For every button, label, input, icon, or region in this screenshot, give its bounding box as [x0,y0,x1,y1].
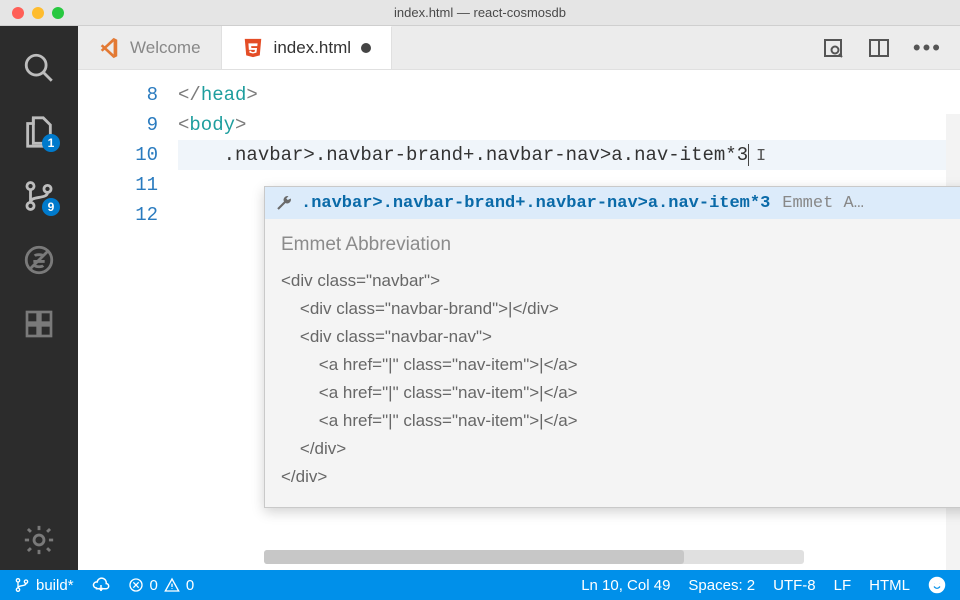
error-icon [128,577,144,593]
t: body [189,114,235,136]
editor-group: Welcome index.html ••• 8 9 10 11 12 [78,26,960,570]
line-number: 9 [78,110,158,140]
line-number: 12 [78,200,158,230]
extensions-activity[interactable] [0,294,78,354]
suggest-doc-title: Emmet Abbreviation [281,231,960,259]
code-line: <body> [178,110,960,140]
suggest-item[interactable]: .navbar>.navbar-brand+.navbar-nav>a.nav-… [265,187,960,219]
tab-welcome-label: Welcome [130,38,201,58]
line-number: 11 [78,170,158,200]
window-title: index.html — react-cosmosdb [0,5,960,20]
suggest-preview: <div class="navbar"> <div class="navbar-… [281,267,960,491]
t: > [235,114,246,136]
suggest-label: .navbar>.navbar-brand+.navbar-nav>a.nav-… [301,194,770,213]
suggest-widget[interactable]: .navbar>.navbar-brand+.navbar-nav>a.nav-… [264,186,960,508]
line-number: 8 [78,80,158,110]
t: </ [178,84,201,106]
status-feedback[interactable] [928,576,946,594]
cloud-sync-icon [92,576,110,594]
error-count: 0 [150,577,158,594]
search-icon [22,51,56,85]
status-eol[interactable]: LF [834,577,852,594]
dirty-indicator-icon [361,43,371,53]
settings-activity[interactable] [0,510,78,570]
status-branch[interactable]: build* [14,577,74,594]
close-window-button[interactable] [12,7,24,19]
activity-bar: 1 9 [0,26,78,570]
vscode-icon [98,37,120,59]
line-gutter: 8 9 10 11 12 [78,70,178,570]
explorer-badge: 1 [42,134,60,152]
toggle-preview-icon[interactable] [821,36,845,60]
gear-icon [22,523,56,557]
enc: UTF-8 [773,577,816,594]
tab-welcome[interactable]: Welcome [78,26,222,69]
indent: Spaces: 2 [688,577,755,594]
extensions-icon [23,308,55,340]
scm-badge: 9 [42,198,60,216]
split-editor-icon[interactable] [867,36,891,60]
t: < [178,114,189,136]
suggest-documentation: × Emmet Abbreviation <div class="navbar"… [265,219,960,507]
cursor-pos: Ln 10, Col 49 [581,577,670,594]
wrench-icon [275,194,293,212]
line-number: 10 [78,140,158,170]
tab-indexhtml-label: index.html [274,38,351,58]
status-problems[interactable]: 0 0 [128,577,195,594]
titlebar: index.html — react-cosmosdb [0,0,960,26]
scroll-thumb[interactable] [264,550,684,564]
status-encoding[interactable]: UTF-8 [773,577,816,594]
debug-activity[interactable] [0,230,78,290]
branch-name: build* [36,577,74,594]
scm-activity[interactable]: 9 [0,166,78,226]
explorer-activity[interactable]: 1 [0,102,78,162]
code-line: </head> [178,80,960,110]
tab-indexhtml[interactable]: index.html [222,26,392,69]
lang: HTML [869,577,910,594]
more-actions-icon[interactable]: ••• [913,35,942,61]
status-sync[interactable] [92,576,110,594]
branch-icon [14,577,30,593]
t: .navbar>.navbar-brand+.navbar-nav>a.nav-… [178,144,748,166]
t: > [246,84,257,106]
warning-icon [164,577,180,593]
eol: LF [834,577,852,594]
code-line-active: .navbar>.navbar-brand+.navbar-nav>a.nav-… [178,140,960,170]
suggest-kind: Emmet A… [782,194,864,213]
status-language[interactable]: HTML [869,577,910,594]
search-activity[interactable] [0,38,78,98]
t: head [201,84,247,106]
bug-disabled-icon [22,243,56,277]
smile-icon [928,576,946,594]
editor-actions: ••• [803,26,960,69]
zoom-window-button[interactable] [52,7,64,19]
html5-icon [242,37,264,59]
status-indent[interactable]: Spaces: 2 [688,577,755,594]
text-cursor-icon: I [755,142,767,172]
warning-count: 0 [186,577,194,594]
status-bar: build* 0 0 Ln 10, Col 49 Spaces: 2 UTF-8… [0,570,960,600]
horizontal-scrollbar[interactable] [264,550,804,564]
tab-bar: Welcome index.html ••• [78,26,960,70]
status-cursor[interactable]: Ln 10, Col 49 [581,577,670,594]
window-controls [0,7,64,19]
minimize-window-button[interactable] [32,7,44,19]
